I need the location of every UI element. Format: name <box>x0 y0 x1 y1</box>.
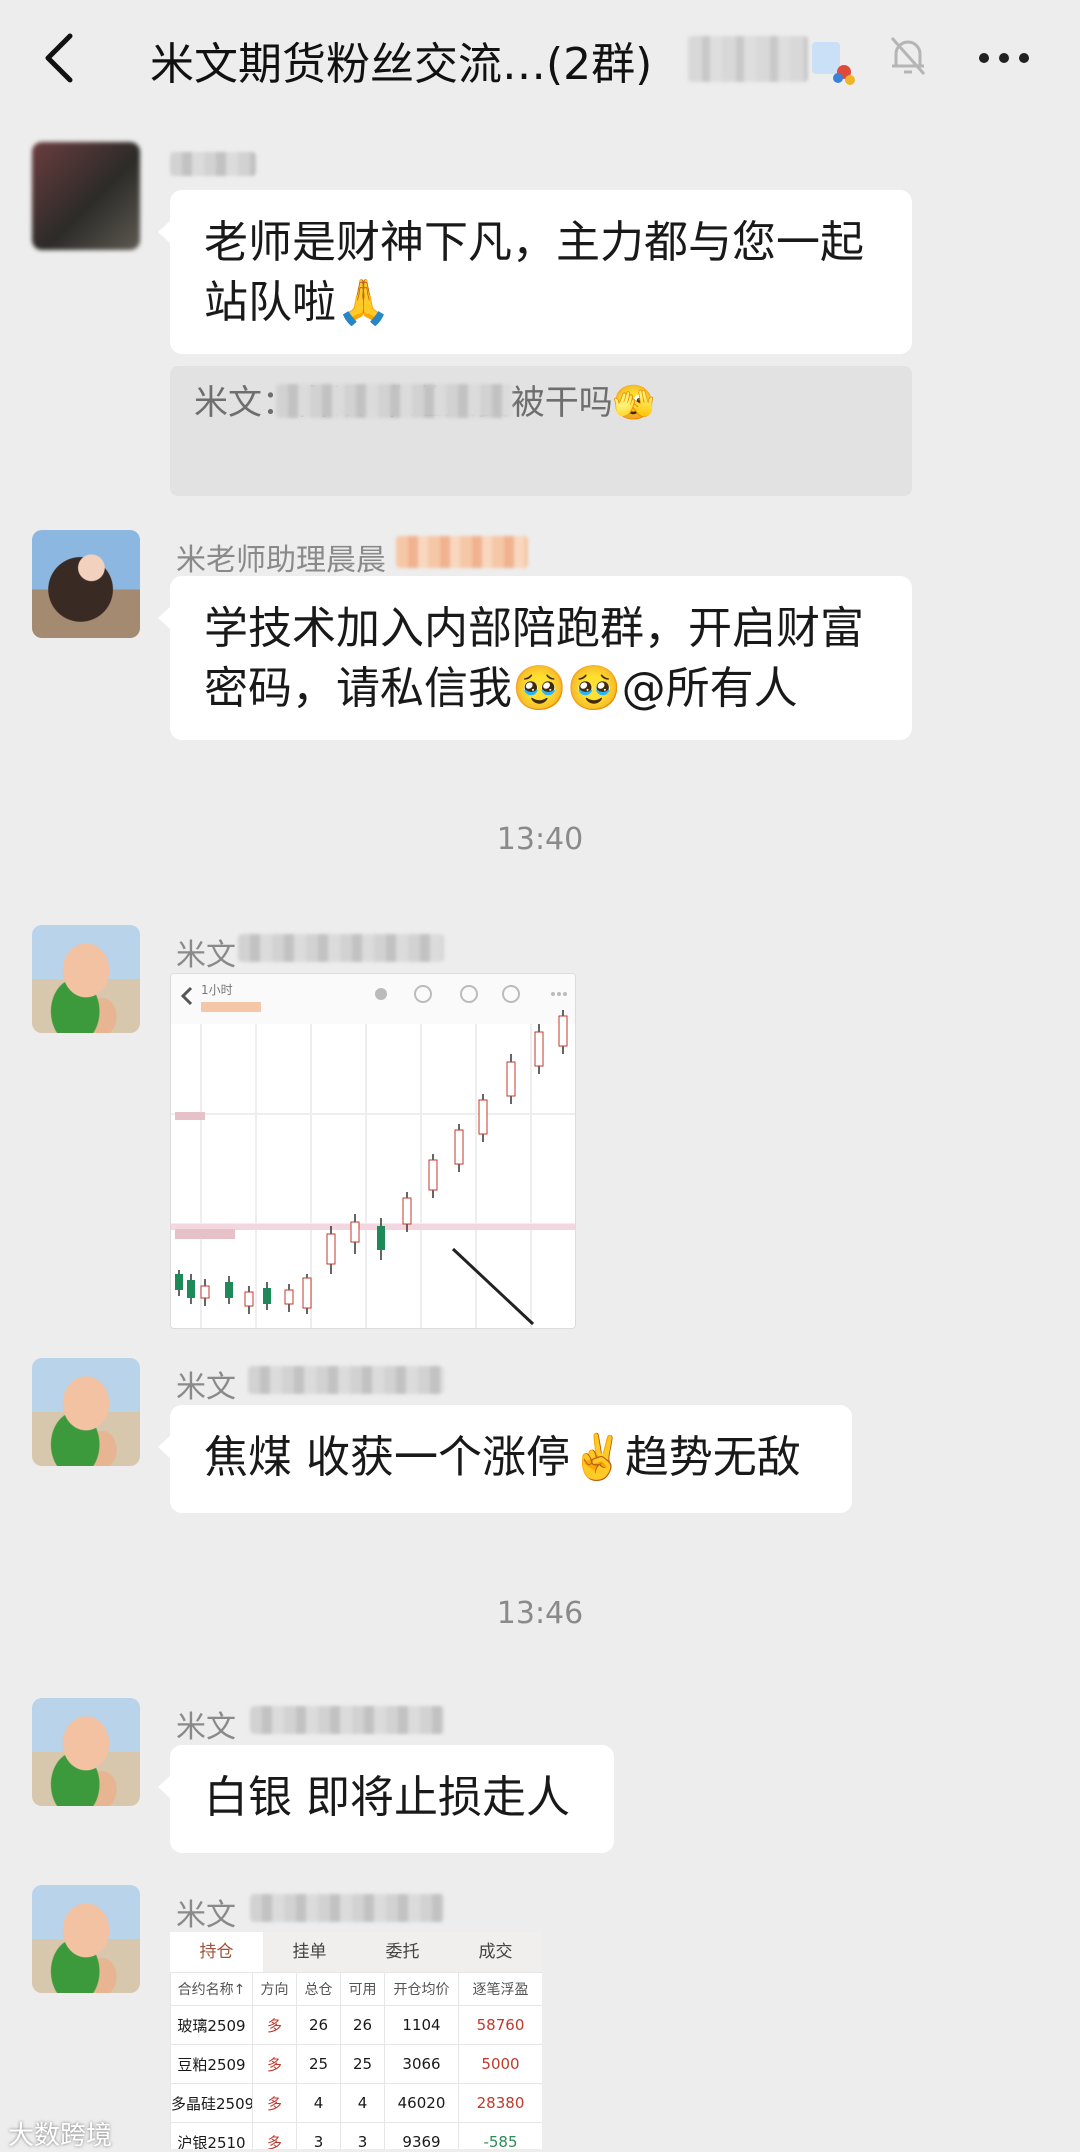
chart-image[interactable]: 1小时 <box>170 973 576 1329</box>
redacted-sender-suffix <box>396 536 528 568</box>
available: 4 <box>340 2083 385 2123</box>
table-row[interactable]: 玻璃2509 多 26 26 1104 58760 <box>170 2005 542 2045</box>
chat-title[interactable]: 米文期货粉丝交流…(2群) <box>150 28 652 92</box>
tab-orders[interactable]: 委托 <box>356 1932 449 1972</box>
timestamp: 13:46 <box>496 1596 584 1631</box>
table-row[interactable]: 多晶硅2509 多 4 4 46020 28380 <box>170 2083 542 2123</box>
bell-off-icon[interactable] <box>888 34 928 78</box>
direction: 多 <box>252 2122 297 2149</box>
available: 26 <box>340 2005 385 2045</box>
avg-open-price: 9369 <box>384 2122 459 2149</box>
column-header: 方向 <box>252 1972 297 2006</box>
redacted-sender-name <box>170 152 256 176</box>
contract-name: 沪银2510 <box>170 2122 253 2149</box>
table-row[interactable]: 豆粕2509 多 25 25 3066 5000 <box>170 2044 542 2084</box>
tab-trades[interactable]: 成交 <box>449 1932 542 1972</box>
redacted-sender-suffix <box>250 1894 444 1922</box>
direction: 多 <box>252 2044 297 2084</box>
column-header: 合约名称↑ <box>170 1972 253 2006</box>
available: 3 <box>340 2122 385 2149</box>
position-tabs: 持仓 挂单 委托 成交 <box>170 1932 542 1972</box>
column-header: 可用 <box>340 1972 385 2006</box>
contract-name: 多晶硅2509 <box>170 2083 253 2123</box>
message-text: 焦煤 收获一个涨停✌️趋势无敌 <box>204 1432 801 1483</box>
direction: 多 <box>252 2005 297 2045</box>
sender-name: 米文 <box>176 1710 236 1745</box>
avatar[interactable] <box>32 1885 140 1993</box>
verified-badge-icon <box>812 42 855 85</box>
contract-name: 豆粕2509 <box>170 2044 253 2084</box>
message-bubble[interactable]: 焦煤 收获一个涨停✌️趋势无敌 <box>158 1405 852 1513</box>
column-header: 逐笔浮盈 <box>458 1972 542 2006</box>
message-bubble[interactable]: 老师是财神下凡，主力都与您一起站队啦🙏 <box>158 190 912 354</box>
positions-table-image[interactable]: 持仓 挂单 委托 成交 合约名称↑ 方向 总仓 可用 开仓均价 逐笔浮盈 玻璃2… <box>170 1932 542 2149</box>
chevron-left-icon[interactable] <box>40 30 80 86</box>
direction: 多 <box>252 2083 297 2123</box>
total-position: 26 <box>296 2005 341 2045</box>
sender-name: 米文 <box>176 1898 236 1933</box>
chart-period-label: 1小时 <box>201 983 233 997</box>
message-bubble[interactable]: 白银 即将止损走人 <box>158 1745 614 1853</box>
message-text: 白银 即将止损走人 <box>204 1772 570 1823</box>
redacted-quote-name <box>276 384 512 418</box>
message-bubble[interactable]: 学技术加入内部陪跑群，开启财富密码，请私信我🥹🥹@所有人 <box>158 576 912 740</box>
redacted-sender-suffix <box>250 1706 444 1734</box>
table-header-row: 合约名称↑ 方向 总仓 可用 开仓均价 逐笔浮盈 <box>170 1972 542 2006</box>
avatar[interactable] <box>32 1358 140 1466</box>
total-position: 4 <box>296 2083 341 2123</box>
contract-name: 玻璃2509 <box>170 2005 253 2045</box>
avatar[interactable] <box>32 142 140 250</box>
message-text: 学技术加入内部陪跑群，开启财富密码，请私信我🥹🥹@所有人 <box>204 603 864 714</box>
table-row[interactable]: 沪银2510 多 3 3 9369 -585 <box>170 2122 542 2149</box>
tab-holdings[interactable]: 持仓 <box>170 1932 263 1972</box>
sender-name: 米文 <box>176 938 236 973</box>
floating-pnl: 28380 <box>458 2083 542 2123</box>
sender-name: 米老师助理晨晨 <box>176 543 386 578</box>
tab-pending-orders[interactable]: 挂单 <box>263 1932 356 1972</box>
avatar[interactable] <box>32 1698 140 1806</box>
timestamp: 13:40 <box>496 822 584 857</box>
redacted-sender-suffix <box>248 1366 444 1394</box>
column-header: 总仓 <box>296 1972 341 2006</box>
avg-open-price: 1104 <box>384 2005 459 2045</box>
redacted-sender-suffix <box>238 934 444 962</box>
avatar[interactable] <box>32 925 140 1033</box>
floating-pnl: 58760 <box>458 2005 542 2045</box>
floating-pnl: 5000 <box>458 2044 542 2084</box>
total-position: 3 <box>296 2122 341 2149</box>
column-header: 开仓均价 <box>384 1972 459 2006</box>
floating-pnl: -585 <box>458 2122 542 2149</box>
avg-open-price: 46020 <box>384 2083 459 2123</box>
total-position: 25 <box>296 2044 341 2084</box>
chat-header: 米文期货粉丝交流…(2群) <box>0 0 1080 118</box>
watermark: 大数跨境 <box>8 2121 113 2151</box>
avatar[interactable] <box>32 530 140 638</box>
message-text: 老师是财神下凡，主力都与您一起站队啦🙏 <box>204 217 864 328</box>
redacted-title-suffix <box>688 36 808 82</box>
avg-open-price: 3066 <box>384 2044 459 2084</box>
available: 25 <box>340 2044 385 2084</box>
positions-table: 合约名称↑ 方向 总仓 可用 开仓均价 逐笔浮盈 玻璃2509 多 26 26 … <box>170 1972 542 2149</box>
ellipsis-icon[interactable] <box>978 52 1030 64</box>
sender-name: 米文 <box>176 1370 236 1405</box>
